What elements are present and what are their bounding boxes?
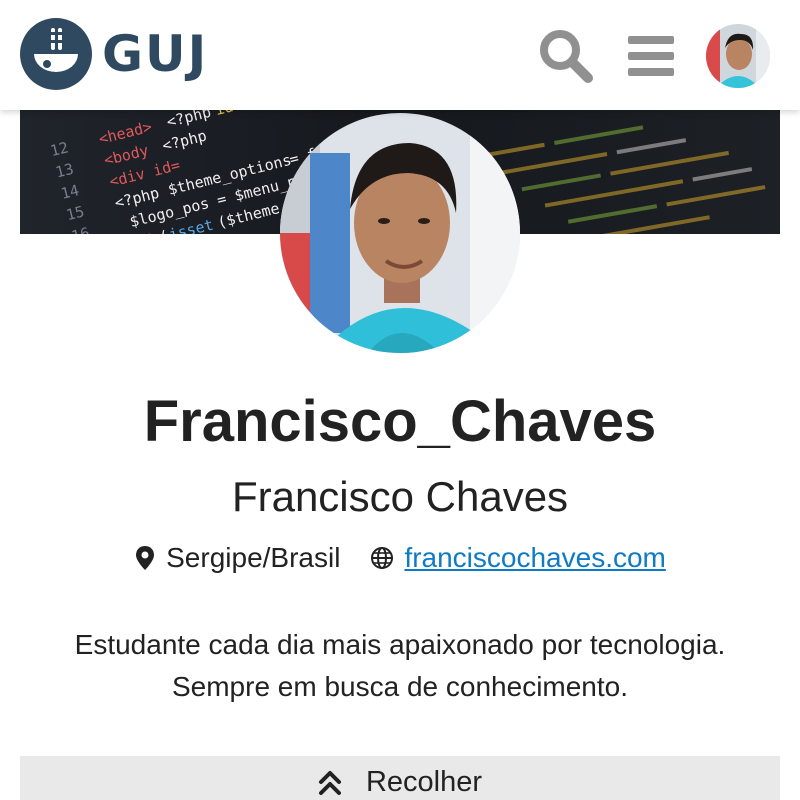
location-text: Sergipe/Brasil (166, 542, 341, 573)
user-avatar-image (706, 24, 770, 88)
bio-line: Estudante cada dia mais apaixonado por t… (74, 629, 726, 660)
hamburger-menu-icon (628, 36, 674, 76)
site-header: GUJ (0, 0, 800, 110)
website: franciscochaves.com (370, 542, 666, 574)
collapse-content: Recolher (318, 766, 482, 799)
profile-avatar (280, 113, 520, 353)
chevron-double-up-icon (318, 770, 341, 795)
user-avatar[interactable] (706, 24, 770, 88)
logo-text: GUJ (102, 25, 209, 83)
globe-icon (371, 547, 394, 569)
search-icon (540, 30, 593, 83)
search-button[interactable] (536, 26, 596, 86)
profile-bio: Estudante cada dia mais apaixonado por t… (40, 624, 760, 708)
location: Sergipe/Brasil (134, 542, 340, 574)
full-name: Francisco Chaves (231, 473, 569, 520)
bio-line: Sempre em busca de conhecimento. (171, 671, 629, 702)
website-link[interactable]: franciscochaves.com (404, 542, 665, 574)
profile-photo (280, 113, 520, 353)
username: Francisco_Chaves (143, 389, 657, 454)
guj-logo-icon (20, 18, 92, 90)
profile-page: 12 13 14 15 16 17 18 <head> <?php id="pa… (0, 0, 800, 800)
map-marker-icon (136, 546, 155, 570)
menu-button[interactable] (626, 32, 678, 80)
profile-meta: Sergipe/Brasil franciscochaves.com (0, 538, 800, 578)
collapse-button[interactable]: Recolher (20, 756, 780, 800)
site-logo[interactable]: GUJ (20, 18, 208, 90)
collapse-label: Recolher (365, 766, 483, 798)
